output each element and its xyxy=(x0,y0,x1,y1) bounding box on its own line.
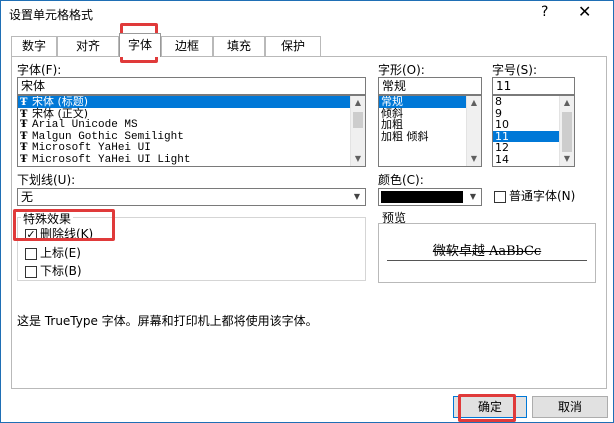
font-label: 字体(F): xyxy=(17,63,62,77)
tab-strip: 数字 对齐 字体 边框 填充 保护 xyxy=(11,33,611,57)
strikethrough-checkbox[interactable]: ✓ 删除线(K) xyxy=(25,227,93,243)
truetype-icon: Ŧ xyxy=(20,119,28,131)
checkbox-box[interactable] xyxy=(25,265,37,278)
scroll-down-icon[interactable]: ▼ xyxy=(351,152,365,166)
chevron-down-icon[interactable]: ▼ xyxy=(465,189,481,205)
size-list-scrollbar[interactable]: ▲ ▼ xyxy=(559,96,574,166)
subscript-checkbox[interactable]: 下标(B) xyxy=(25,264,82,280)
close-button[interactable]: ✕ xyxy=(578,2,591,21)
underline-value: 无 xyxy=(21,190,34,204)
tab-alignment[interactable]: 对齐 xyxy=(57,36,119,56)
font-list[interactable]: Ŧ 宋体 (标题) Ŧ 宋体 (正文) Ŧ Arial Unicode MS Ŧ Mal… xyxy=(17,95,366,167)
underline-select[interactable]: 无 ▼ xyxy=(17,188,366,206)
normal-font-checkbox[interactable]: 普通字体(N) xyxy=(494,189,575,205)
baseline-line xyxy=(387,260,587,261)
size-label: 字号(S): xyxy=(492,63,538,77)
style-list[interactable]: 常规 倾斜 加粗 加粗 倾斜 ▲ ▼ xyxy=(378,95,482,167)
tab-font[interactable]: 字体 xyxy=(119,33,161,57)
color-label: 颜色(C): xyxy=(378,173,424,187)
size-list[interactable]: 8 9 10 11 12 14 ▲ ▼ xyxy=(492,95,575,167)
help-button[interactable]: ? xyxy=(541,4,548,20)
size-input[interactable]: 11 xyxy=(492,77,575,95)
list-item[interactable]: Ŧ Microsoft YaHei UI Light xyxy=(18,154,365,166)
chevron-down-icon[interactable]: ▼ xyxy=(349,189,365,205)
style-list-scrollbar[interactable]: ▲ ▼ xyxy=(466,96,481,166)
scroll-up-icon[interactable]: ▲ xyxy=(467,96,481,110)
underline-label: 下划线(U): xyxy=(17,173,76,187)
list-item[interactable]: Ŧ 宋体 (正文) xyxy=(18,107,365,119)
cancel-button[interactable]: 取消 xyxy=(532,396,608,418)
scroll-down-icon[interactable]: ▼ xyxy=(467,152,481,166)
tab-number[interactable]: 数字 xyxy=(11,36,57,56)
tab-protection[interactable]: 保护 xyxy=(265,36,321,56)
list-item[interactable]: Ŧ Arial Unicode MS xyxy=(18,119,365,131)
preview-box: 微软卓越 AaBbCc xyxy=(378,223,596,283)
checkbox-box[interactable] xyxy=(25,247,37,260)
truetype-icon: Ŧ xyxy=(20,130,28,142)
checkbox-box[interactable] xyxy=(494,190,506,203)
font-list-scrollbar[interactable]: ▲ ▼ xyxy=(350,96,365,166)
list-item[interactable]: Ŧ Malgun Gothic Semilight xyxy=(18,131,365,143)
scroll-down-icon[interactable]: ▼ xyxy=(560,152,574,166)
style-input[interactable]: 常规 xyxy=(378,77,482,95)
truetype-icon: Ŧ xyxy=(20,97,28,108)
scroll-up-icon[interactable]: ▲ xyxy=(351,96,365,110)
list-item[interactable]: Ŧ Microsoft YaHei UI xyxy=(18,142,365,154)
color-select[interactable]: ▼ xyxy=(378,188,482,206)
title-bar: 设置单元格格式 ? ✕ xyxy=(1,1,613,27)
font-input[interactable]: 宋体 xyxy=(17,77,366,95)
truetype-icon: Ŧ xyxy=(20,153,28,165)
scroll-up-icon[interactable]: ▲ xyxy=(560,96,574,110)
ok-button[interactable]: 确定 xyxy=(453,396,527,418)
style-label: 字形(O): xyxy=(378,63,425,77)
truetype-icon: Ŧ xyxy=(20,142,28,154)
tab-fill[interactable]: 填充 xyxy=(213,36,265,56)
info-text: 这是 TrueType 字体。屏幕和打印机上都将使用该字体。 xyxy=(17,314,318,328)
scroll-thumb[interactable] xyxy=(562,112,572,152)
format-cells-dialog: 设置单元格格式 ? ✕ 数字 对齐 字体 边框 填充 保护 字体(F): 宋体 … xyxy=(0,0,614,423)
color-swatch xyxy=(381,191,463,203)
superscript-checkbox[interactable]: 上标(E) xyxy=(25,246,81,262)
scroll-thumb[interactable] xyxy=(353,112,363,128)
checkmark-icon[interactable]: ✓ xyxy=(25,228,37,241)
preview-sample: 微软卓越 AaBbCc xyxy=(432,244,542,259)
tab-border[interactable]: 边框 xyxy=(161,36,213,56)
dialog-title: 设置单元格格式 xyxy=(9,8,94,22)
effects-title: 特殊效果 xyxy=(21,210,74,227)
